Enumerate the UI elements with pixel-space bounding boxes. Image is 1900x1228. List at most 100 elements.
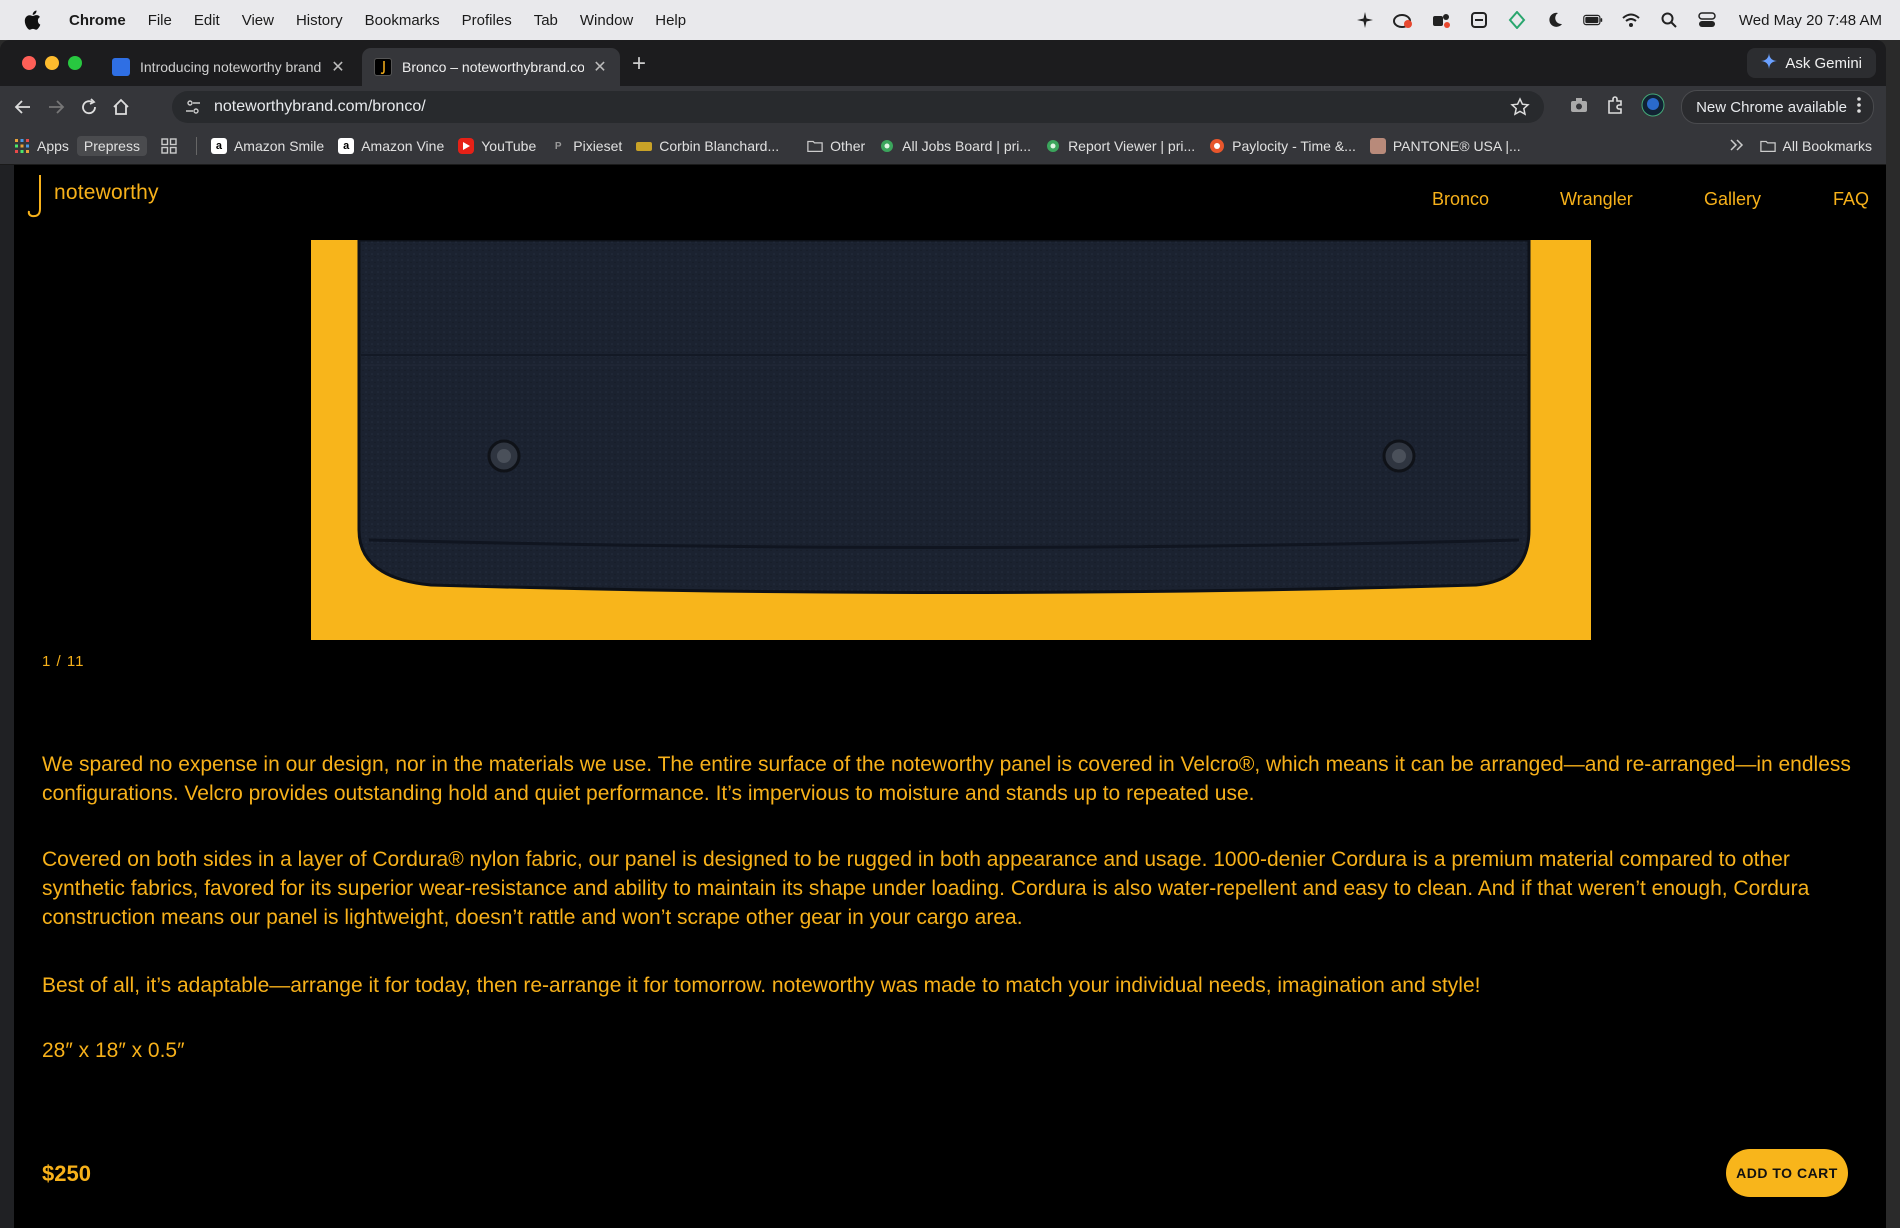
bookmark-label: Corbin Blanchard... — [659, 138, 780, 154]
new-chrome-label: New Chrome available — [1696, 98, 1847, 116]
control-center-icon[interactable] — [1697, 10, 1717, 30]
amazon-icon: a — [338, 138, 355, 154]
bookmarks-bar: Apps Prepress a Amazon Smile a Amazon Vi… — [0, 128, 1886, 165]
ask-gemini-button[interactable]: Ask Gemini — [1747, 48, 1876, 78]
browser-toolbar: noteworthybrand.com/bronco/ New Chrome a… — [0, 86, 1886, 128]
menu-tab[interactable]: Tab — [534, 12, 558, 29]
apple-icon[interactable] — [22, 10, 42, 30]
bookmark-label: PANTONE® USA |... — [1392, 138, 1521, 154]
more-bookmarks-chevron-icon[interactable] — [1730, 138, 1744, 154]
menu-help[interactable]: Help — [655, 12, 686, 29]
minimize-window-button[interactable] — [45, 56, 59, 70]
site-header: noteworthy Bronco Wrangler Gallery FAQ — [14, 165, 1886, 231]
bookmark-label: Pixieset — [573, 138, 623, 154]
menu-history[interactable]: History — [296, 12, 343, 29]
bookmark-apps[interactable]: Apps — [14, 138, 69, 154]
menu-app-name[interactable]: Chrome — [69, 12, 126, 29]
bookmark-paylocity[interactable]: Paylocity - Time &... — [1209, 138, 1356, 154]
bookmark-label: Amazon Vine — [361, 138, 445, 154]
back-arrow-icon[interactable] — [10, 94, 36, 120]
macos-menubar: Chrome File Edit View History Bookmarks … — [0, 0, 1900, 40]
nav-bronco[interactable]: Bronco — [1432, 189, 1489, 210]
menu-file[interactable]: File — [148, 12, 172, 29]
bookmark-label: Apps — [37, 138, 69, 154]
description-paragraph-3: Best of all, it’s adaptable—arrange it f… — [42, 974, 1481, 997]
logo-wordmark: noteworthy — [54, 181, 159, 204]
bookmark-label: All Bookmarks — [1782, 138, 1872, 154]
spotlight-search-icon[interactable] — [1659, 10, 1679, 30]
close-tab-icon[interactable]: ✕ — [330, 57, 346, 77]
tab-introducing[interactable]: Introducing noteworthy brand ✕ — [100, 48, 358, 86]
toolbar-right: New Chrome available — [1569, 90, 1874, 124]
menu-bookmarks[interactable]: Bookmarks — [365, 12, 440, 29]
profile-avatar[interactable] — [1641, 93, 1665, 122]
bookmark-report-viewer[interactable]: Report Viewer | pri... — [1045, 138, 1195, 154]
status-area: Wed May 20 7:48 AM — [1355, 0, 1882, 40]
bookmark-corbin[interactable]: Corbin Blanchard... — [636, 138, 779, 154]
new-chrome-available-button[interactable]: New Chrome available — [1681, 90, 1874, 124]
bookmark-pixieset[interactable]: P Pixieset — [550, 138, 622, 154]
forward-arrow-icon[interactable] — [43, 94, 69, 120]
green-globe-icon — [1045, 138, 1061, 154]
address-bar[interactable]: noteworthybrand.com/bronco/ — [172, 91, 1544, 123]
bookmark-separator — [195, 137, 197, 155]
all-bookmarks-folder[interactable]: All Bookmarks — [1759, 138, 1872, 154]
bookmark-star-icon[interactable] — [1510, 97, 1530, 122]
creative-cloud-icon[interactable] — [1392, 10, 1413, 30]
bookmarks-right: All Bookmarks — [1730, 128, 1872, 164]
bookmark-label: YouTube — [481, 138, 537, 154]
bookmark-prepress[interactable]: Prepress — [76, 136, 147, 156]
url-text[interactable]: noteworthybrand.com/bronco/ — [214, 98, 426, 116]
bookmark-amazon-vine[interactable]: a Amazon Vine — [338, 138, 444, 154]
ask-gemini-label: Ask Gemini — [1785, 54, 1862, 72]
moon-icon[interactable] — [1545, 10, 1565, 30]
chrome-window: Introducing noteworthy brand ✕ Bronco – … — [0, 40, 1886, 1228]
bookmark-tab-groups[interactable] — [161, 138, 184, 154]
wifi-icon[interactable] — [1621, 10, 1641, 30]
bookmark-pantone[interactable]: PANTONE® USA |... — [1369, 138, 1521, 154]
tab-bronco[interactable]: Bronco – noteworthybrand.co ✕ — [362, 48, 620, 86]
close-window-button[interactable] — [22, 56, 36, 70]
window-controls — [22, 56, 82, 70]
tab-title: Bronco – noteworthybrand.co — [402, 59, 584, 75]
nav-gallery[interactable]: Gallery — [1704, 189, 1761, 210]
screenshot-camera-icon[interactable] — [1569, 96, 1589, 119]
menu-window[interactable]: Window — [580, 12, 633, 29]
menubar-clock[interactable]: Wed May 20 7:48 AM — [1739, 12, 1882, 29]
grommet-left — [487, 439, 521, 473]
add-to-cart-button[interactable]: ADD TO CART — [1726, 1149, 1848, 1197]
bookmark-amazon-smile[interactable]: a Amazon Smile — [210, 138, 325, 154]
sparkle-icon[interactable] — [1355, 10, 1375, 30]
bookmark-label: Prepress — [83, 138, 140, 154]
menu-edit[interactable]: Edit — [194, 12, 220, 29]
close-tab-icon[interactable]: ✕ — [592, 57, 608, 77]
teams-icon[interactable] — [1431, 10, 1451, 30]
nav-faq[interactable]: FAQ — [1833, 189, 1869, 210]
bookmark-label: Amazon Smile — [233, 138, 325, 154]
bookmark-all-jobs-board[interactable]: All Jobs Board | pri... — [879, 138, 1031, 154]
zoom-window-button[interactable] — [68, 56, 82, 70]
amazon-icon: a — [210, 138, 227, 154]
folder-icon — [1759, 138, 1776, 154]
nav-wrangler[interactable]: Wrangler — [1560, 189, 1633, 210]
reload-icon[interactable] — [76, 94, 102, 120]
apps-grid-icon — [14, 138, 30, 154]
note-logo-icon — [27, 175, 41, 218]
green-globe-icon — [879, 138, 895, 154]
site-logo[interactable]: noteworthy — [26, 173, 159, 219]
home-icon[interactable] — [108, 94, 134, 120]
menu-view[interactable]: View — [242, 12, 274, 29]
tab-favicon-icon — [112, 58, 130, 76]
site-info-icon[interactable] — [182, 96, 204, 118]
vpn-icon[interactable] — [1507, 10, 1527, 30]
battery-icon[interactable] — [1583, 10, 1603, 30]
kebab-menu-icon — [1857, 97, 1861, 117]
extensions-puzzle-icon[interactable] — [1605, 95, 1625, 120]
menu-profiles[interactable]: Profiles — [462, 12, 512, 29]
bookmark-label: All Jobs Board | pri... — [902, 138, 1032, 154]
bookmark-youtube[interactable]: YouTube — [458, 138, 536, 154]
product-image-slide[interactable] — [311, 240, 1591, 640]
sync-icon[interactable] — [1469, 10, 1489, 30]
new-tab-icon[interactable]: + — [632, 50, 646, 78]
bookmark-other-folder[interactable]: Other — [807, 138, 865, 154]
